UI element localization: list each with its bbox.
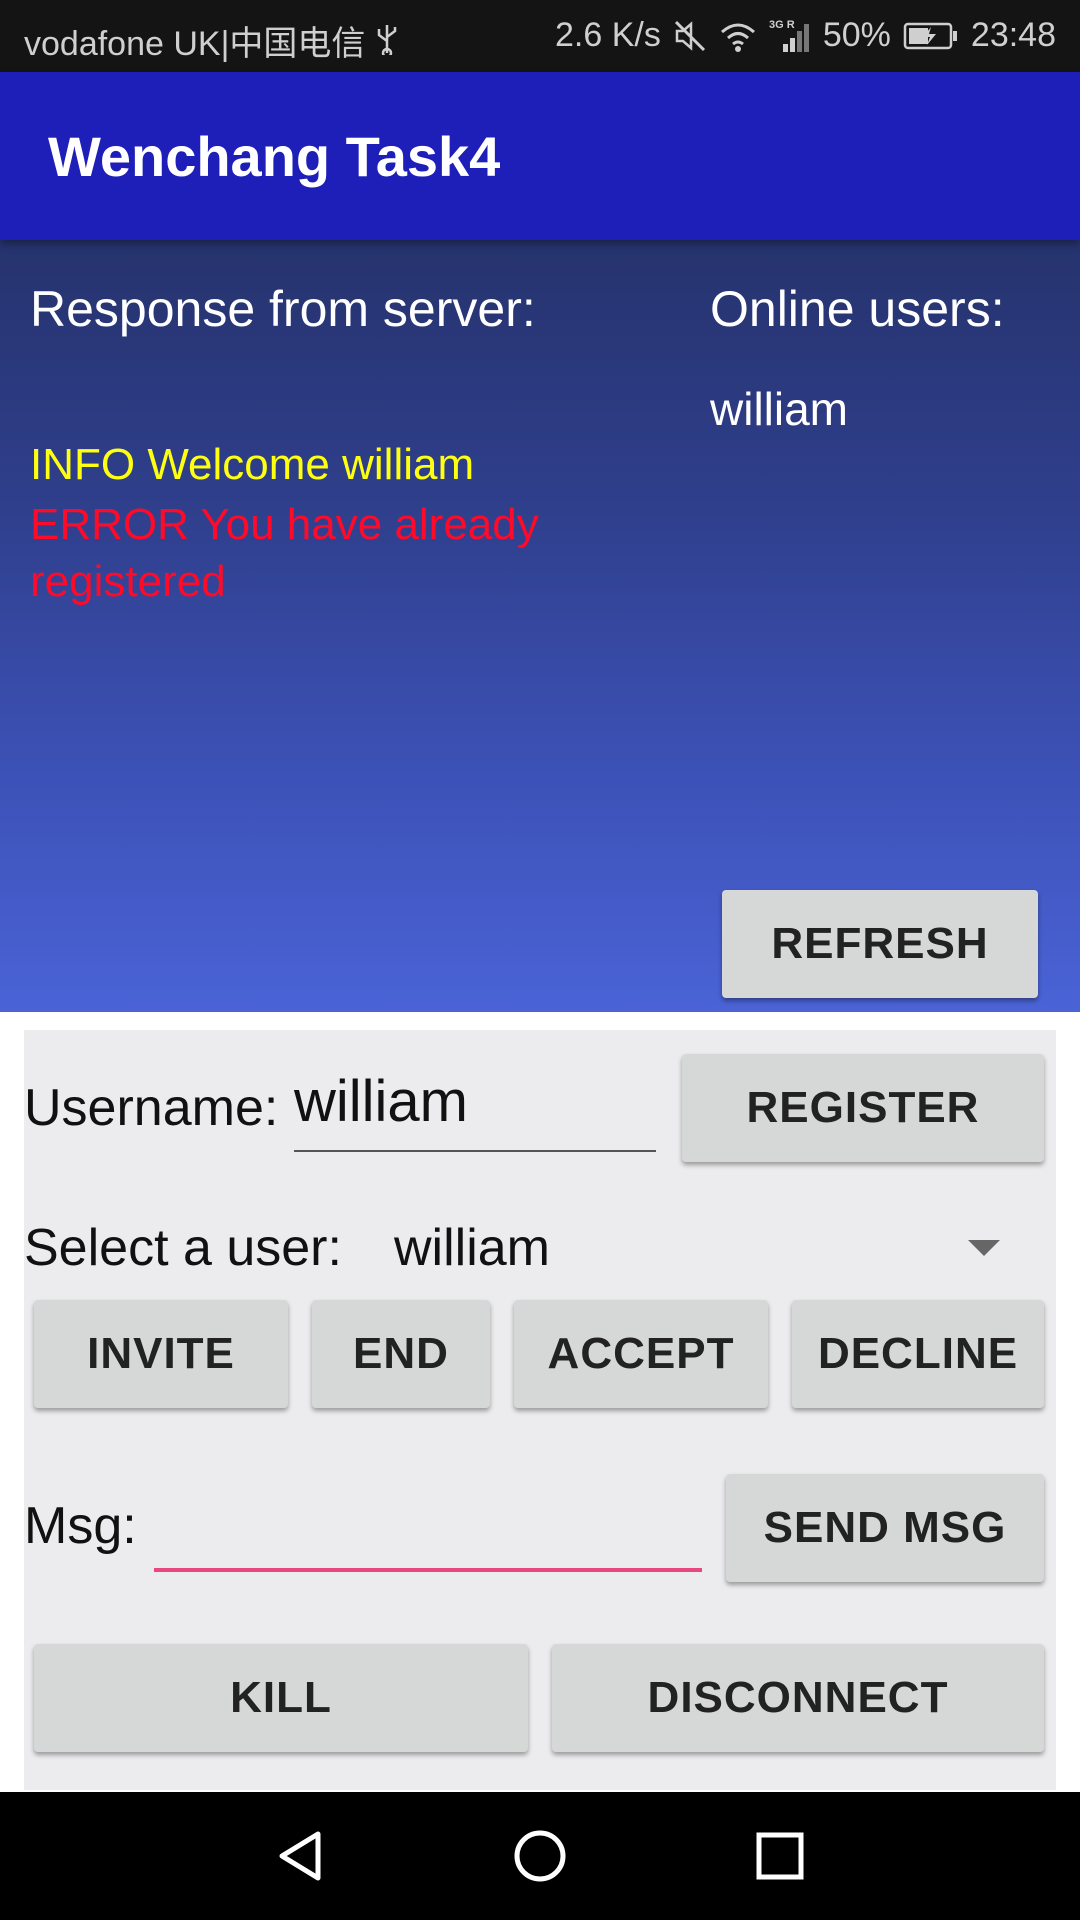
- online-user-item[interactable]: william: [710, 382, 848, 436]
- navigation-bar: [0, 1792, 1080, 1920]
- status-bar: vodafone UK|中国电信 2.6 K/s 3G R 50% 23:48: [0, 0, 1080, 72]
- username-label: Username:: [24, 1079, 279, 1137]
- end-button[interactable]: END: [312, 1300, 490, 1408]
- msg-underline: [154, 1568, 702, 1572]
- back-icon[interactable]: [272, 1828, 328, 1884]
- network-speed: 2.6 K/s: [555, 16, 661, 54]
- refresh-button[interactable]: REFRESH: [722, 890, 1038, 998]
- username-input[interactable]: william: [294, 1068, 468, 1135]
- user-spinner[interactable]: william: [394, 1218, 550, 1278]
- status-right: 2.6 K/s 3G R 50% 23:48: [555, 16, 1056, 55]
- kill-button[interactable]: KILL: [34, 1644, 528, 1752]
- msg-label: Msg:: [24, 1497, 137, 1555]
- status-left: vodafone UK|中国电信: [24, 16, 399, 65]
- app-bar: Wenchang Task4: [0, 72, 1080, 240]
- response-heading: Response from server:: [30, 281, 536, 337]
- clock: 23:48: [970, 16, 1056, 54]
- carrier-label: vodafone UK|中国电信: [24, 25, 366, 63]
- select-user-label: Select a user:: [24, 1219, 342, 1277]
- usb-icon: [375, 23, 399, 55]
- msg-input[interactable]: [154, 1488, 702, 1552]
- network-type-label: 3G R: [769, 19, 795, 31]
- send-msg-button[interactable]: SEND MSG: [726, 1474, 1044, 1582]
- home-icon[interactable]: [512, 1828, 568, 1884]
- username-underline: [294, 1150, 656, 1152]
- wifi-icon: [719, 20, 757, 52]
- dropdown-arrow-icon[interactable]: [968, 1240, 1000, 1256]
- invite-button[interactable]: INVITE: [34, 1300, 288, 1408]
- decline-button[interactable]: DECLINE: [792, 1300, 1044, 1408]
- battery-percent: 50%: [822, 16, 891, 54]
- signal-icon: 3G R: [769, 18, 811, 54]
- info-message: INFO Welcome william: [30, 440, 475, 489]
- error-message: ERROR You have already registered: [30, 500, 539, 606]
- mute-icon: [673, 19, 707, 53]
- control-form: Username: william REGISTER Select a user…: [24, 1030, 1056, 1790]
- recents-icon[interactable]: [752, 1828, 808, 1884]
- register-button[interactable]: REGISTER: [682, 1054, 1044, 1162]
- accept-button[interactable]: ACCEPT: [514, 1300, 768, 1408]
- battery-icon: [903, 21, 959, 51]
- online-users-heading: Online users:: [710, 281, 1005, 337]
- server-panel: Response from server: INFO Welcome willi…: [0, 240, 1080, 1012]
- app-title: Wenchang Task4: [48, 125, 501, 188]
- disconnect-button[interactable]: DISCONNECT: [552, 1644, 1044, 1752]
